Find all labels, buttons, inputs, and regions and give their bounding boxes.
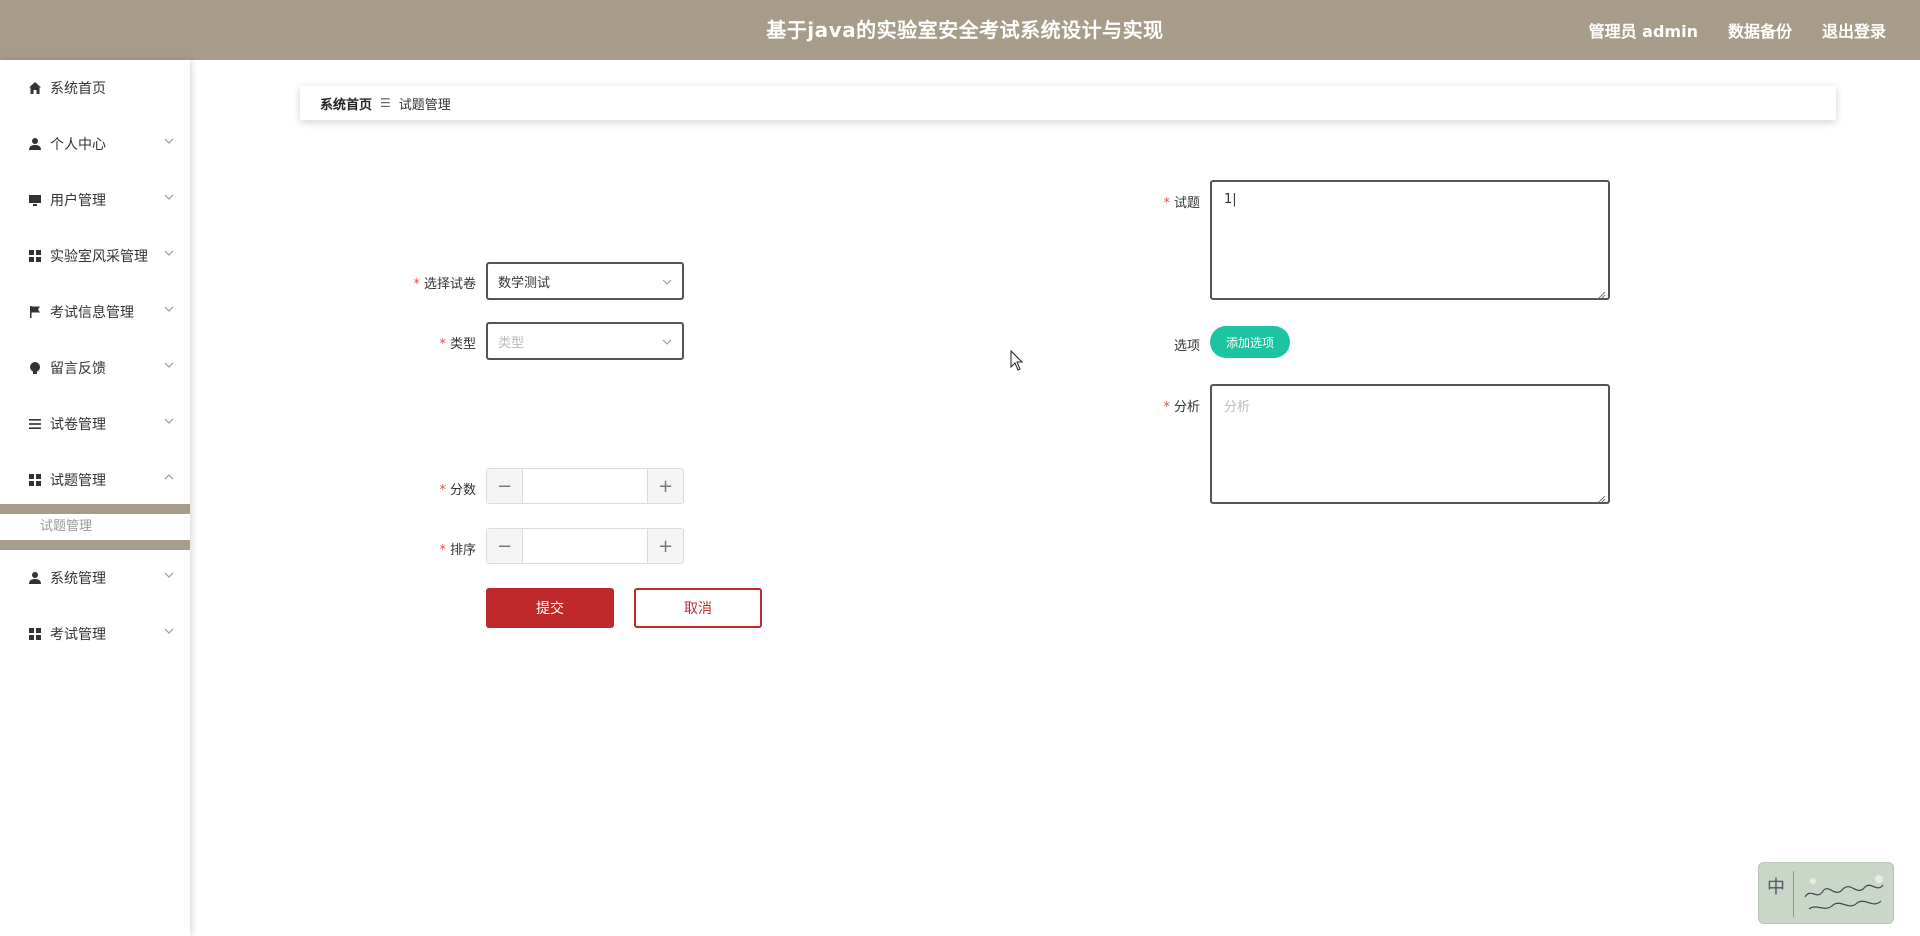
sidebar-item-label: 试卷管理 <box>50 417 106 433</box>
sidebar-item-label: 考试管理 <box>50 627 106 643</box>
chevron-down-icon <box>162 568 176 582</box>
breadcrumb-home[interactable]: 系统首页 <box>320 94 372 113</box>
resize-grip-icon[interactable] <box>1598 288 1606 299</box>
question-text: 1| <box>1224 192 1237 207</box>
cancel-button[interactable]: 取消 <box>634 588 762 628</box>
admin-label[interactable]: 管理员 admin <box>1589 18 1698 42</box>
sidebar-item-label: 试题管理 <box>50 473 106 489</box>
paper-label: * 选择试卷 <box>413 277 476 292</box>
type-select[interactable]: 类型 <box>486 322 684 360</box>
chevron-up-icon <box>162 470 176 484</box>
order-label: * 排序 <box>439 543 476 558</box>
analysis-placeholder: 分析 <box>1224 400 1251 415</box>
monitor-icon <box>28 193 42 207</box>
backup-link[interactable]: 数据备份 <box>1728 18 1792 42</box>
submit-button[interactable]: 提交 <box>486 588 614 628</box>
order-input[interactable] <box>523 529 647 563</box>
home-icon <box>28 81 42 95</box>
chevron-down-icon <box>162 190 176 204</box>
sidebar-item-label: 用户管理 <box>50 193 106 209</box>
sidebar-item-users[interactable]: 用户管理 <box>0 172 190 228</box>
breadcrumb-current: 试题管理 <box>398 97 451 113</box>
chevron-down-icon <box>662 336 672 346</box>
chevron-down-icon <box>162 302 176 316</box>
grid-icon <box>28 627 42 641</box>
sidebar-item-home[interactable]: 系统首页 <box>0 60 190 116</box>
score-stepper: − + <box>486 468 684 504</box>
chevron-down-icon <box>162 134 176 148</box>
sidebar-item-exam-info[interactable]: 考试信息管理 <box>0 284 190 340</box>
question-textarea[interactable]: 1| <box>1210 180 1610 300</box>
ime-lang-label: 中 <box>1767 877 1785 898</box>
sidebar-item-label: 个人中心 <box>50 137 106 153</box>
options-label: 选项 <box>1173 339 1200 354</box>
sidebar-item-label: 考试信息管理 <box>50 305 134 321</box>
score-input[interactable] <box>523 469 647 503</box>
top-bar: 基于java的实验室安全考试系统设计与实现 管理员 admin 数据备份 退出登… <box>0 0 1920 60</box>
sidebar-item-papers[interactable]: 试卷管理 <box>0 396 190 452</box>
sidebar-item-label: 系统首页 <box>50 81 106 97</box>
ime-divider <box>1793 871 1794 917</box>
chevron-down-icon <box>162 414 176 428</box>
score-label: * 分数 <box>439 483 476 498</box>
plus-icon[interactable]: + <box>647 529 683 563</box>
user-icon <box>28 137 42 151</box>
grid-icon <box>28 473 42 487</box>
sidebar-item-label: 实验室风采管理 <box>50 249 148 265</box>
sidebar-item-lab-showcase[interactable]: 实验室风采管理 <box>0 228 190 284</box>
chevron-down-icon <box>162 246 176 260</box>
question-label: * 试题 <box>1163 196 1200 211</box>
paper-select[interactable]: 数学测试 <box>486 262 684 300</box>
grid-icon <box>28 249 42 263</box>
user-icon <box>28 571 42 585</box>
chevron-down-icon <box>162 358 176 372</box>
chevron-down-icon <box>162 624 176 638</box>
mouse-cursor-icon <box>1010 349 1024 372</box>
ime-widget[interactable]: 中 <box>1758 862 1894 924</box>
sidebar-item-profile[interactable]: 个人中心 <box>0 116 190 172</box>
type-select-placeholder: 类型 <box>498 335 525 351</box>
sidebar-item-label: 系统管理 <box>50 571 106 587</box>
order-stepper: − + <box>486 528 684 564</box>
breadcrumb: 系统首页 ☰ 试题管理 <box>300 86 1836 120</box>
submenu-questions: 试题管理 <box>0 504 190 550</box>
list-icon <box>28 417 42 431</box>
minus-icon[interactable]: − <box>487 529 523 563</box>
add-option-button[interactable]: 添加选项 <box>1210 326 1290 358</box>
breadcrumb-separator: ☰ <box>380 96 391 110</box>
handwriting-icon <box>1804 875 1884 910</box>
sidebar-item-label: 留言反馈 <box>50 361 106 377</box>
header-actions: 管理员 admin 数据备份 退出登录 <box>1589 0 1886 60</box>
sidebar-item-system[interactable]: 系统管理 <box>0 550 190 606</box>
resize-grip-icon[interactable] <box>1598 492 1606 503</box>
logout-link[interactable]: 退出登录 <box>1822 18 1886 42</box>
sidebar-item-questions[interactable]: 试题管理 <box>0 452 190 508</box>
chevron-down-icon <box>662 276 672 286</box>
bulb-icon <box>28 361 42 375</box>
submenu-item-question-manage[interactable]: 试题管理 <box>0 514 190 540</box>
flag-icon <box>28 305 42 319</box>
sidebar-item-exams[interactable]: 考试管理 <box>0 606 190 662</box>
minus-icon[interactable]: − <box>487 469 523 503</box>
type-label: * 类型 <box>439 337 476 352</box>
sidebar: 系统首页 个人中心 用户管理 实验室风采管理 考试信息管理 留言反馈 试卷管理 … <box>0 60 190 936</box>
analysis-textarea[interactable]: 分析 <box>1210 384 1610 504</box>
plus-icon[interactable]: + <box>647 469 683 503</box>
sidebar-item-feedback[interactable]: 留言反馈 <box>0 340 190 396</box>
analysis-label: * 分析 <box>1163 400 1200 415</box>
paper-select-value: 数学测试 <box>498 275 551 291</box>
